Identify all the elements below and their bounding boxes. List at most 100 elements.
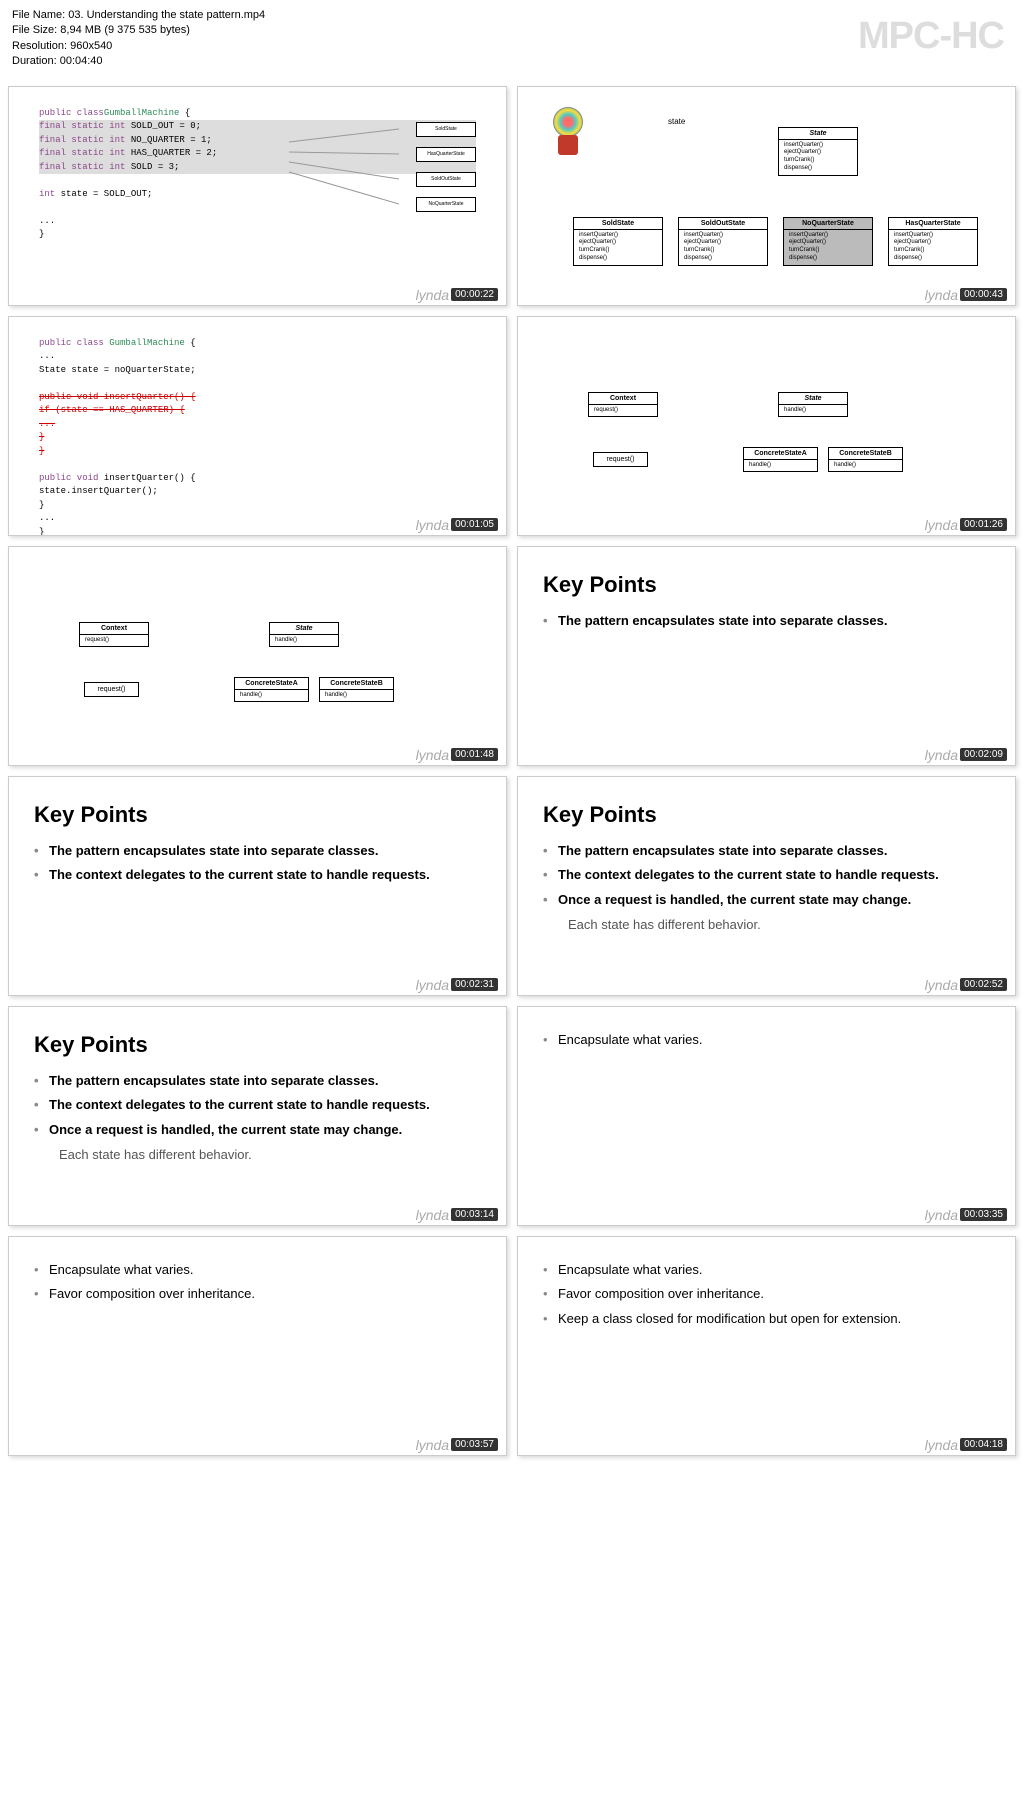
timestamp: 00:04:18 [960,1438,1007,1451]
key-points-slide: Key Points The pattern encapsulates state… [518,547,1015,663]
file-header: File Name: 03. Understanding the state p… [0,0,1024,78]
state-label: state [668,117,685,126]
points-list: Encapsulate what varies. [543,1032,990,1049]
brand-logo: lynda [925,517,958,533]
point-item: Favor composition over inheritance. [34,1286,481,1303]
uml-csa: ConcreteStateAhandle() [234,677,309,703]
thumbnail[interactable]: Key Points The pattern encapsulates state… [517,776,1016,996]
thumb-footer: lynda 00:00:43 [925,287,1007,303]
brand-logo: lynda [925,287,958,303]
thumb-footer: lynda 00:03:14 [416,1207,498,1223]
uml-child: SoldStateinsertQuarter()ejectQuarter()tu… [573,217,663,266]
key-points-slide: Key Points The pattern encapsulates state… [518,777,1015,968]
brand-logo: lynda [925,1207,958,1223]
timestamp: 00:02:52 [960,978,1007,991]
thumbnail[interactable]: Encapsulate what varies. Favor compositio… [8,1236,507,1456]
uml-child: HasQuarterStateinsertQuarter()ejectQuart… [888,217,978,266]
thumbnail[interactable]: public classGumballMachine { final stati… [8,86,507,306]
thumbnail[interactable]: public class GumballMachine { ... State … [8,316,507,536]
thumb-footer: lynda 00:03:57 [416,1437,498,1453]
side-label: SoldOutState [416,172,476,187]
uml-state: Statehandle() [269,622,339,648]
point-item: Each state has different behavior. [543,917,990,934]
point-item: The context delegates to the current sta… [34,1097,481,1114]
thumbnail[interactable]: Key Points The pattern encapsulates state… [8,776,507,996]
thumbnail[interactable]: Key Points The pattern encapsulates state… [517,546,1016,766]
uml-child: NoQuarterStateinsertQuarter()ejectQuarte… [783,217,873,266]
thumb-footer: lynda 00:00:22 [416,287,498,303]
key-points-slide: Encapsulate what varies.Favor compositio… [518,1237,1015,1362]
point-item: The context delegates to the current sta… [34,867,481,884]
thumbnail[interactable]: Contextrequest() Statehandle() request() Co… [8,546,507,766]
side-label: NoQuarterState [416,197,476,212]
timestamp: 00:01:26 [960,518,1007,531]
state-diagram: stateStateinsertQuarter()ejectQuarter()t… [518,87,1015,107]
point-item: Encapsulate what varies. [34,1262,481,1279]
point-item: The pattern encapsulates state into sepa… [34,1073,481,1090]
timestamp: 00:02:31 [451,978,498,991]
uml-csb: ConcreteStateBhandle() [828,447,903,473]
uml-csb: ConcreteStateBhandle() [319,677,394,703]
thumb-footer: lynda 00:02:52 [925,977,1007,993]
brand-logo: lynda [925,977,958,993]
brand-logo: lynda [416,747,449,763]
gumball-icon [548,107,588,157]
slide-title: Key Points [543,802,990,828]
thumb-footer: lynda 00:01:48 [416,747,498,763]
slide-title: Key Points [34,802,481,828]
uml-child: SoldOutStateinsertQuarter()ejectQuarter(… [678,217,768,266]
points-list: The pattern encapsulates state into sepa… [543,843,990,935]
uml-root: StateinsertQuarter()ejectQuarter()turnCr… [778,127,858,176]
timestamp: 00:02:09 [960,748,1007,761]
slide-title: Key Points [34,1032,481,1058]
thumbnail[interactable]: state StateinsertQuarter()ejectQuarter()t… [517,86,1016,306]
timestamp: 00:03:14 [451,1208,498,1221]
uml-request: request() [593,452,648,467]
key-points-slide: Key Points The pattern encapsulates state… [9,1007,506,1198]
context-diagram: Contextrequest()Statehandle()request()Co… [9,547,506,567]
thumbnail[interactable]: Encapsulate what varies.Favor compositio… [517,1236,1016,1456]
thumb-footer: lynda 00:01:05 [416,517,498,533]
uml-context: Contextrequest() [588,392,658,418]
points-list: The pattern encapsulates state into sepa… [34,1073,481,1165]
timestamp: 00:01:48 [451,748,498,761]
thumb-footer: lynda 00:02:31 [416,977,498,993]
brand-logo: lynda [925,1437,958,1453]
slide-title: Key Points [543,572,990,598]
code-block: public class GumballMachine { ... State … [9,317,506,536]
uml-request: request() [84,682,139,697]
side-label: HasQuarterState [416,147,476,162]
side-label: SoldState [416,122,476,137]
key-points-slide: Encapsulate what varies. [518,1007,1015,1082]
timestamp: 00:00:43 [960,288,1007,301]
brand-logo: lynda [925,747,958,763]
point-item: The pattern encapsulates state into sepa… [543,613,990,630]
thumbnail[interactable]: Contextrequest() Statehandle() request() Co… [517,316,1016,536]
uml-state: Statehandle() [778,392,848,418]
thumb-footer: lynda 00:03:35 [925,1207,1007,1223]
point-item: The pattern encapsulates state into sepa… [543,843,990,860]
point-item: Each state has different behavior. [34,1147,481,1164]
thumbnail-grid: public classGumballMachine { final stati… [0,78,1024,1464]
points-list: The pattern encapsulates state into sepa… [34,843,481,885]
thumbnail[interactable]: Key Points The pattern encapsulates state… [8,1006,507,1226]
key-points-slide: Encapsulate what varies. Favor compositio… [9,1237,506,1337]
thumb-footer: lynda 00:01:26 [925,517,1007,533]
timestamp: 00:03:35 [960,1208,1007,1221]
player-watermark: MPC-HC [858,15,1004,58]
point-item: Encapsulate what varies. [543,1032,990,1049]
brand-logo: lynda [416,287,449,303]
thumb-footer: lynda 00:02:09 [925,747,1007,763]
uml-context: Contextrequest() [79,622,149,648]
points-list: The pattern encapsulates state into sepa… [543,613,990,630]
uml-csa: ConcreteStateAhandle() [743,447,818,473]
brand-logo: lynda [416,977,449,993]
context-diagram: Contextrequest()Statehandle()request()Co… [518,317,1015,337]
point-item: Favor composition over inheritance. [543,1286,990,1303]
points-list: Encapsulate what varies. Favor compositio… [34,1262,481,1304]
timestamp: 00:03:57 [451,1438,498,1451]
thumbnail[interactable]: Encapsulate what varies. lynda 00:03:35 [517,1006,1016,1226]
thumb-footer: lynda 00:04:18 [925,1437,1007,1453]
point-item: Once a request is handled, the current s… [34,1122,481,1139]
brand-logo: lynda [416,1437,449,1453]
